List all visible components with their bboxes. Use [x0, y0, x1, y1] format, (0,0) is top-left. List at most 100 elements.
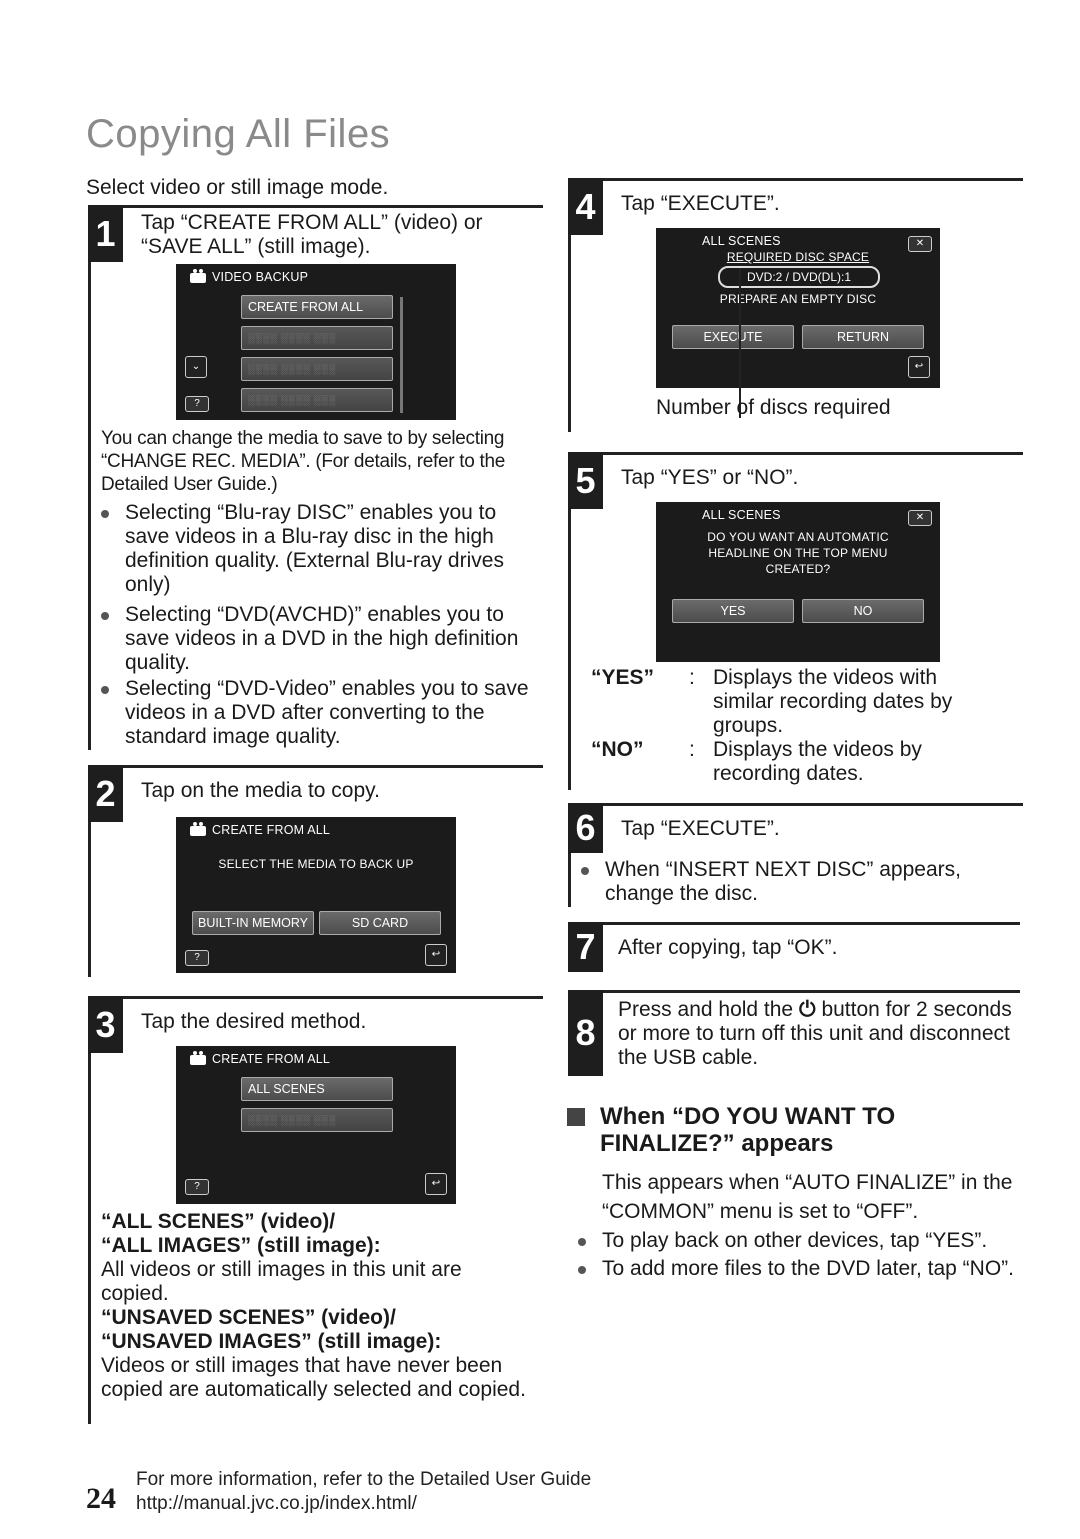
step-divider: [568, 990, 1020, 993]
step-number: 5: [568, 452, 603, 509]
option-label: “ALL IMAGES” (still image):: [101, 1234, 381, 1257]
yes-button[interactable]: YES: [672, 599, 794, 623]
built-in-memory-button[interactable]: BUILT-IN MEMORY: [192, 911, 314, 935]
section-marker-icon: [567, 1108, 585, 1126]
option-label: “ALL SCENES” (video)/: [101, 1210, 336, 1233]
bullet-icon: [581, 867, 589, 875]
footer-info: For more information, refer to the Detai…: [136, 1468, 591, 1516]
step-6: 6 Tap “EXECUTE”. When “INSERT NEXT DISC”…: [568, 803, 1023, 907]
step-instruction: After copying, tap “OK”.: [618, 936, 838, 959]
option-description: Videos or still images that have never b…: [101, 1354, 526, 1401]
return-button[interactable]: RETURN: [802, 325, 924, 349]
execute-button[interactable]: EXECUTE: [672, 325, 794, 349]
bullet-text: To play back on other devices, tap “YES”…: [602, 1229, 988, 1252]
camera-screen-yes-no: ALL SCENES ✕ DO YOU WANT AN AUTOMATIC HE…: [656, 502, 940, 662]
scrollbar[interactable]: [400, 297, 403, 413]
camera-screen-select-media: CREATE FROM ALL SELECT THE MEDIA TO BACK…: [176, 817, 456, 973]
step-instruction: Tap “EXECUTE”.: [621, 817, 780, 840]
option-label: “UNSAVED IMAGES” (still image):: [101, 1330, 442, 1353]
step-instruction: Tap “YES” or “NO”.: [621, 466, 799, 489]
definition-desc: Displays the videos by recording dates.: [713, 738, 922, 785]
bullet-item: Selecting “Blu-ray DISC” enables you to …: [101, 501, 531, 597]
no-button[interactable]: NO: [802, 599, 924, 623]
camera-screen-method: CREATE FROM ALL ALL SCENES ░░░░ ░░░░ ░░░…: [176, 1046, 456, 1204]
screen-message-line: DO YOU WANT AN AUTOMATIC: [707, 530, 889, 544]
page-number: 24: [86, 1482, 116, 1515]
finalize-intro: This appears when “AUTO FINALIZE” in the…: [602, 1171, 1013, 1223]
create-from-all-button[interactable]: CREATE FROM ALL: [241, 295, 393, 319]
bullet-icon: [101, 686, 109, 694]
step-7: 7 After copying, tap “OK”.: [568, 922, 1020, 972]
camera-screen-video-backup: VIDEO BACKUP CREATE FROM ALL ░░░░ ░░░░ ░…: [176, 264, 456, 420]
step-instruction: Tap the desired method.: [141, 1010, 367, 1033]
bullet-item: When “INSERT NEXT DISC” appears, change …: [581, 858, 1011, 906]
screen-message-line: CREATED?: [765, 562, 831, 576]
screen-header-label: CREATE FROM ALL: [212, 823, 331, 837]
step-divider: [571, 452, 1023, 455]
bullet-text: Selecting “Blu-ray DISC” enables you to …: [125, 501, 504, 596]
definition-term: “YES”: [591, 666, 655, 689]
option-all-scenes: “ALL SCENES” (video)/ “ALL IMAGES” (stil…: [101, 1210, 531, 1306]
menu-option-button[interactable]: ░░░░ ░░░░ ░░░: [241, 326, 393, 350]
prepare-disc-message: PREPARE AN EMPTY DISC: [719, 292, 877, 306]
screen-header: CREATE FROM ALL: [190, 1050, 331, 1066]
step-divider: [568, 922, 1020, 925]
bullet-icon: [101, 510, 109, 518]
chevron-down-icon[interactable]: ⌄: [185, 356, 207, 378]
step-divider: [91, 765, 543, 768]
definition-separator: :: [689, 738, 695, 761]
menu-option-button[interactable]: ░░░░ ░░░░ ░░░: [241, 388, 393, 412]
bullet-icon: [101, 612, 109, 620]
help-icon[interactable]: ?: [185, 950, 209, 966]
step-instruction: Tap on the media to copy.: [141, 779, 380, 802]
unsaved-scenes-button[interactable]: ░░░░ ░░░░ ░░░: [241, 1108, 393, 1132]
video-camera-icon: [190, 821, 206, 836]
back-icon[interactable]: ↩: [425, 1173, 447, 1195]
disc-count-readout: DVD:2 / DVD(DL):1: [718, 266, 880, 288]
bullet-text: To add more files to the DVD later, tap …: [602, 1257, 1015, 1280]
footer-url[interactable]: http://manual.jvc.co.jp/index.html/: [136, 1492, 591, 1516]
option-unsaved-scenes: “UNSAVED SCENES” (video)/ “UNSAVED IMAGE…: [101, 1306, 531, 1402]
camera-screen-execute: ALL SCENES ✕ REQUIRED DISC SPACE DVD:2 /…: [656, 228, 940, 388]
bullet-icon: [578, 1266, 586, 1274]
bullet-item: Selecting “DVD(AVCHD)” enables you to sa…: [101, 603, 531, 675]
step-3: 3 Tap the desired method. CREATE FROM AL…: [88, 996, 543, 1424]
all-scenes-button[interactable]: ALL SCENES: [241, 1077, 393, 1101]
definition-term: “NO”: [591, 738, 644, 761]
bullet-item: To add more files to the DVD later, tap …: [578, 1257, 1018, 1281]
video-camera-icon: [190, 268, 206, 283]
bullet-text: Selecting “DVD(AVCHD)” enables you to sa…: [125, 603, 519, 674]
menu-option-button[interactable]: ░░░░ ░░░░ ░░░: [241, 357, 393, 381]
heading-line: When “DO YOU WANT TO: [600, 1103, 896, 1130]
media-note: You can change the media to save to by s…: [101, 428, 505, 495]
screen-header: ALL SCENES: [702, 234, 781, 248]
page-title: Copying All Files: [86, 112, 391, 156]
bullet-item: To play back on other devices, tap “YES”…: [578, 1229, 1028, 1253]
screen-header-label: VIDEO BACKUP: [212, 270, 309, 284]
video-camera-icon: [190, 1050, 206, 1065]
step-divider: [91, 996, 543, 999]
required-disc-space-label: REQUIRED DISC SPACE: [726, 250, 870, 264]
bullet-icon: [578, 1238, 586, 1246]
help-icon[interactable]: ?: [185, 396, 209, 412]
back-icon[interactable]: ↩: [425, 944, 447, 966]
step-divider: [571, 803, 1023, 806]
option-description: All videos or still images in this unit …: [101, 1258, 462, 1305]
screen-message-line: HEADLINE ON THE TOP MENU: [708, 546, 888, 560]
bullet-text: When “INSERT NEXT DISC” appears, change …: [605, 858, 961, 905]
sd-card-button[interactable]: SD CARD: [319, 911, 441, 935]
close-icon[interactable]: ✕: [908, 510, 932, 526]
step-divider: [91, 205, 543, 208]
definition-separator: :: [689, 666, 695, 689]
screen-message: SELECT THE MEDIA TO BACK UP: [218, 857, 414, 871]
footer-line: For more information, refer to the Detai…: [136, 1469, 592, 1490]
back-icon[interactable]: ↩: [908, 356, 930, 378]
step-number: 3: [88, 996, 123, 1053]
intro-text: Select video or still image mode.: [86, 176, 389, 199]
step-instruction: Tap “CREATE FROM ALL” (video) or “SAVE A…: [141, 211, 483, 258]
step-2: 2 Tap on the media to copy. CREATE FROM …: [88, 765, 543, 977]
bullet-text: Selecting “DVD-Video” enables you to sav…: [125, 677, 529, 748]
step-number: 1: [88, 205, 123, 262]
help-icon[interactable]: ?: [185, 1179, 209, 1195]
screen-header-label: CREATE FROM ALL: [212, 1052, 331, 1066]
